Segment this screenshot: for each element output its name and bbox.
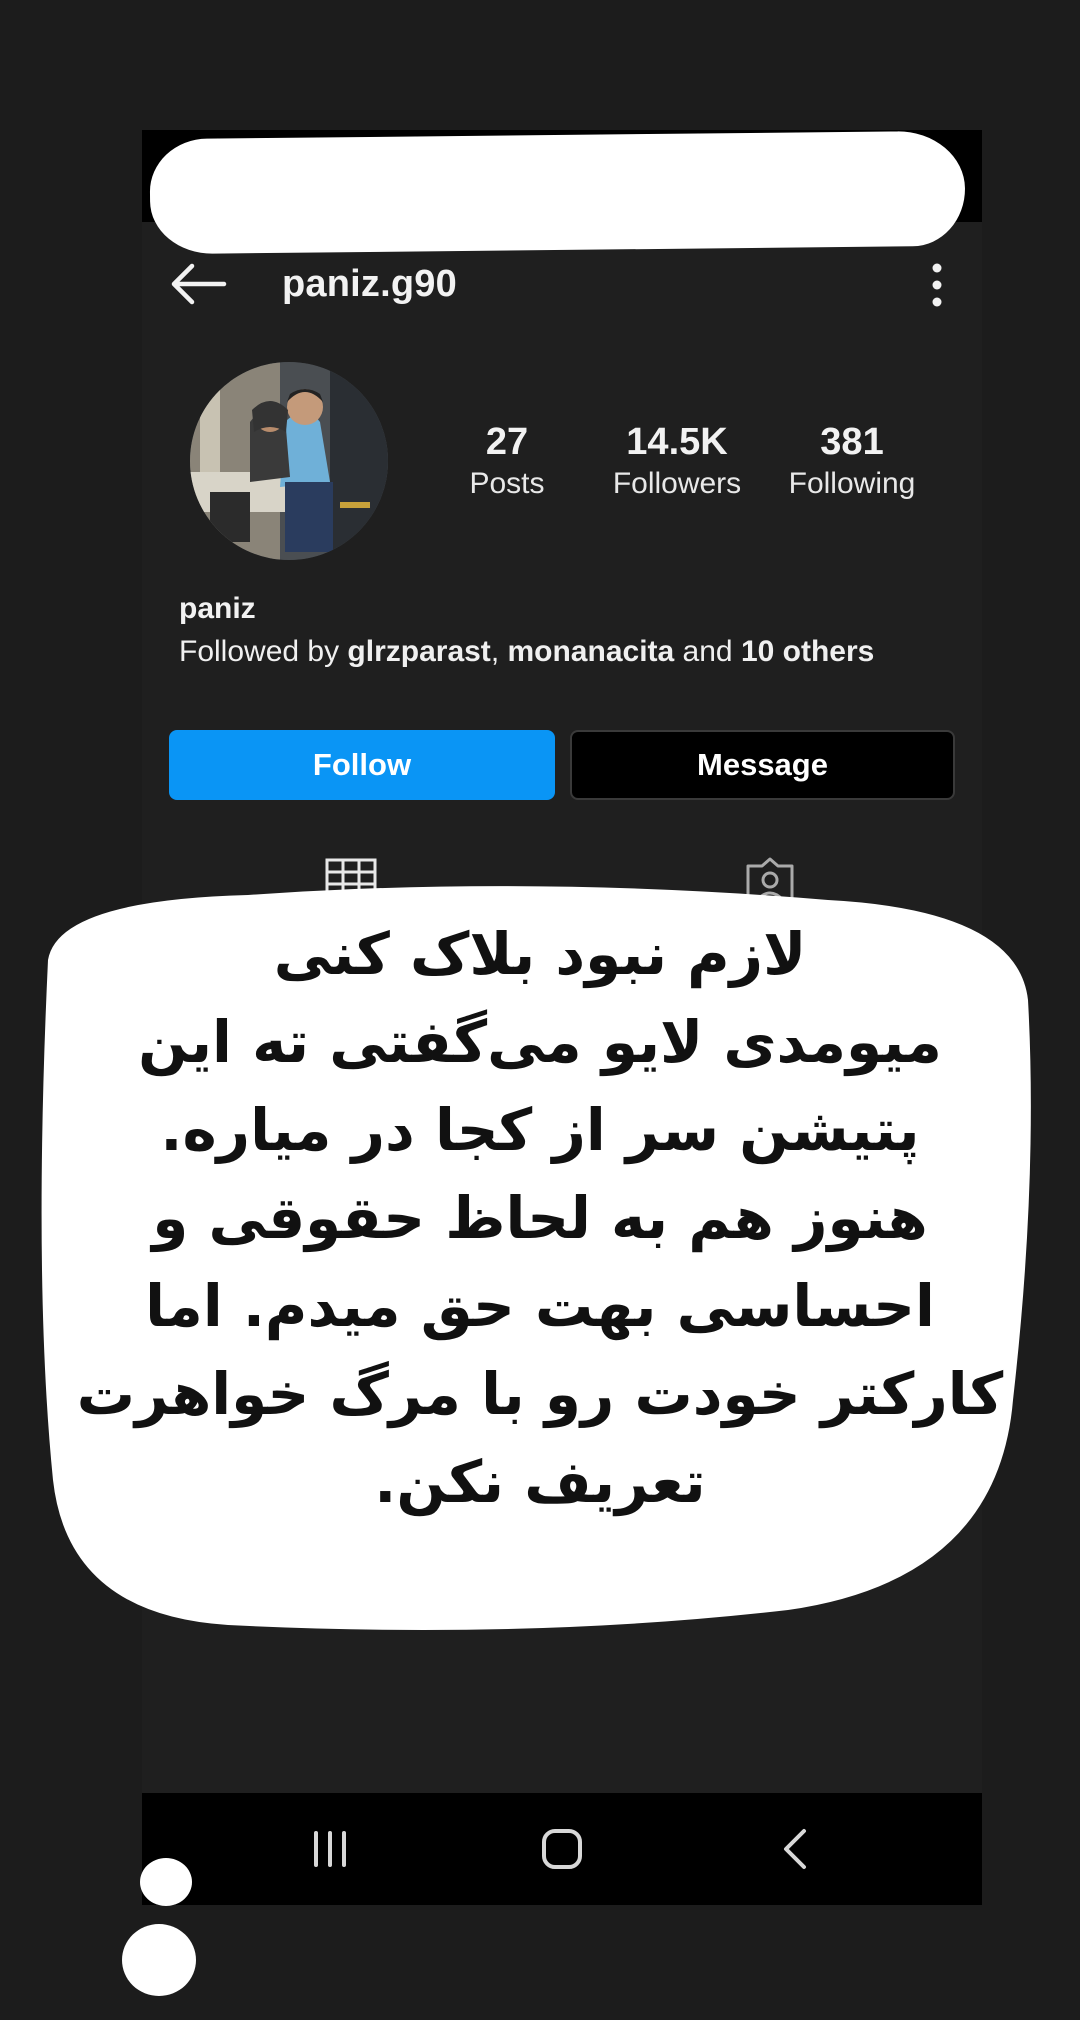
- screenshot-stage: paniz.g90 27 Posts 14.5K Followers 381 F…: [0, 0, 1080, 2020]
- posts-count: 27: [485, 421, 529, 463]
- home-icon[interactable]: [540, 1827, 584, 1871]
- note-line-2: میومدی لایو می‌گفتی ته این: [138, 1008, 942, 1076]
- profile-stats: 27 Posts 14.5K Followers 381 Following: [442, 420, 942, 520]
- note-line-1: لازم نبود بلاک کنی: [273, 920, 807, 988]
- note-line-6: کارکتر خودت رو با مرگ خواهرت: [76, 1360, 1004, 1428]
- avatar[interactable]: [190, 362, 388, 560]
- chevron-left-icon[interactable]: [780, 1827, 810, 1871]
- following-stat[interactable]: 381 Following: [777, 420, 927, 504]
- message-button[interactable]: Message: [570, 730, 955, 800]
- followed-by-and: and: [674, 635, 741, 668]
- scribble-dot-small: [140, 1858, 192, 1906]
- posts-stat[interactable]: 27 Posts: [442, 420, 572, 504]
- note-line-5: احساسی بهت حق میدم. اما: [145, 1272, 935, 1340]
- following-label: Following: [788, 467, 916, 500]
- followers-stat[interactable]: 14.5K Followers: [592, 420, 762, 504]
- note-message: لازم نبود بلاک کنی میومدی لایو می‌گفتی ت…: [70, 910, 1010, 1526]
- recents-icon[interactable]: [310, 1829, 350, 1869]
- follow-button[interactable]: Follow: [169, 730, 555, 800]
- followed-by-separator: ,: [490, 635, 508, 668]
- note-line-4: هنوز هم به لحاظ حقوقی و: [152, 1184, 928, 1252]
- posts-label: Posts: [469, 467, 545, 500]
- following-count: 381: [820, 421, 884, 463]
- mutual-follower-2[interactable]: monanacita: [507, 635, 674, 668]
- followers-label: Followers: [612, 467, 742, 500]
- scribble-dot-large: [122, 1924, 196, 1996]
- mutual-followers-others[interactable]: 10 others: [741, 635, 874, 668]
- system-nav-bar: [142, 1793, 982, 1905]
- followed-by-prefix: Followed by: [179, 635, 348, 668]
- note-line-3: پتیشن سر از کجا در میاره.: [160, 1096, 920, 1164]
- mutual-follower-1[interactable]: glrzparast: [347, 635, 490, 668]
- more-vertical-icon[interactable]: [930, 261, 944, 309]
- profile-username: paniz.g90: [282, 263, 457, 305]
- followed-by-line[interactable]: Followed by glrzparast, monanacita and 1…: [179, 635, 874, 669]
- followers-count: 14.5K: [626, 421, 728, 463]
- profile-display-name: paniz: [179, 592, 256, 625]
- redaction-scribble: [149, 130, 966, 255]
- note-line-7: تعریف نکن.: [374, 1448, 706, 1516]
- arrow-left-icon[interactable]: [168, 259, 228, 309]
